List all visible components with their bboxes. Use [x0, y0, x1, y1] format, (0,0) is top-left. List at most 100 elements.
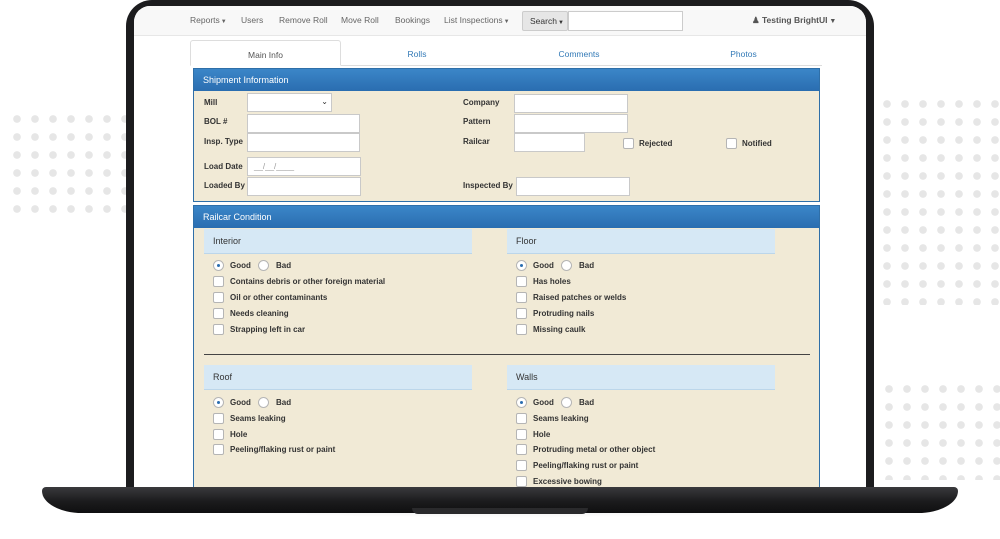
roof-good-radio[interactable] — [213, 397, 224, 408]
floor-checkbox[interactable] — [516, 292, 527, 303]
floor-item-label: Missing caulk — [533, 325, 586, 334]
decorative-dots — [860, 95, 1000, 305]
caret-down-icon: ▼ — [503, 19, 510, 25]
chevron-down-icon: ▼ — [827, 18, 837, 25]
floor-item-label: Has holes — [533, 277, 571, 286]
roof-bad-label: Bad — [276, 398, 292, 407]
nav-users-label: Users — [241, 15, 264, 25]
nav-reports[interactable]: Reports▼ — [190, 15, 227, 25]
bol-input[interactable] — [247, 114, 360, 133]
panel-title: Shipment Information — [194, 69, 819, 91]
walls-checkbox[interactable] — [516, 444, 527, 455]
interior-bad-radio[interactable] — [258, 260, 269, 271]
nav-move-roll[interactable]: Move Roll — [341, 15, 379, 25]
caret-down-icon: ▼ — [557, 20, 564, 26]
floor-item-label: Raised patches or welds — [533, 293, 627, 302]
interior-section-title: Interior — [204, 229, 472, 254]
interior-checkbox[interactable] — [213, 308, 224, 319]
insp-type-input[interactable] — [247, 133, 360, 152]
interior-checkbox[interactable] — [213, 292, 224, 303]
load-date-placeholder: __/__/____ — [254, 162, 295, 171]
nav-remove-roll[interactable]: Remove Roll — [279, 15, 328, 25]
search-input[interactable] — [568, 11, 683, 31]
section-divider — [204, 354, 810, 355]
roof-checkbox[interactable] — [213, 413, 224, 424]
railcar-condition-panel: Railcar Condition Interior Good Bad Cont… — [193, 205, 820, 487]
floor-bad-radio[interactable] — [561, 260, 572, 271]
roof-item-label: Seams leaking — [230, 414, 286, 423]
roof-bad-radio[interactable] — [258, 397, 269, 408]
stage: Reports▼ Users Remove Roll Move Roll Boo… — [0, 0, 1000, 539]
walls-good-radio[interactable] — [516, 397, 527, 408]
user-menu[interactable]: ♟ Testing BrightUI ▼ — [752, 15, 836, 26]
laptop-notch — [412, 508, 588, 514]
tab-rolls[interactable]: Rolls — [341, 40, 493, 66]
floor-good-radio[interactable] — [516, 260, 527, 271]
caret-down-icon: ▼ — [220, 19, 227, 25]
user-name: Testing BrightUI — [762, 15, 828, 25]
nav-bookings[interactable]: Bookings — [395, 15, 430, 25]
roof-section-title: Roof — [204, 365, 472, 390]
walls-checkbox[interactable] — [516, 460, 527, 471]
rejected-checkbox[interactable] — [623, 138, 634, 149]
chevron-down-icon: ⌄ — [321, 97, 328, 106]
nav-reports-label: Reports — [190, 15, 220, 25]
decorative-dots — [880, 380, 1000, 480]
notified-label: Notified — [742, 139, 772, 148]
pattern-label: Pattern — [463, 117, 491, 126]
roof-checkbox[interactable] — [213, 444, 224, 455]
company-input[interactable] — [514, 94, 628, 113]
walls-item-label: Excessive bowing — [533, 477, 602, 486]
loaded-by-input[interactable] — [247, 177, 361, 196]
nav-move-roll-label: Move Roll — [341, 15, 379, 25]
floor-checkbox[interactable] — [516, 324, 527, 335]
nav-users[interactable]: Users — [241, 15, 263, 25]
floor-checkbox[interactable] — [516, 276, 527, 287]
tab-main-info[interactable]: Main Info — [190, 40, 341, 66]
insp-type-label: Insp. Type — [204, 137, 243, 146]
nav-list-inspections[interactable]: List Inspections▼ — [444, 15, 510, 25]
railcar-label: Railcar — [463, 137, 490, 146]
nav-bookings-label: Bookings — [395, 15, 430, 25]
mill-select[interactable]: ⌄ — [247, 93, 332, 112]
walls-item-label: Peeling/flaking rust or paint — [533, 461, 639, 470]
floor-section-title: Floor — [507, 229, 775, 254]
notified-checkbox[interactable] — [726, 138, 737, 149]
interior-item-label: Contains debris or other foreign materia… — [230, 277, 386, 286]
shipment-panel: Shipment Information Mill ⌄ BOL # Insp. … — [193, 68, 820, 202]
loaded-by-label: Loaded By — [204, 181, 245, 190]
company-label: Company — [463, 98, 500, 107]
floor-good-label: Good — [533, 261, 554, 270]
bol-label: BOL # — [204, 117, 228, 126]
inspected-by-label: Inspected By — [463, 181, 513, 190]
laptop-screen: Reports▼ Users Remove Roll Move Roll Boo… — [134, 6, 866, 487]
walls-bad-radio[interactable] — [561, 397, 572, 408]
interior-checkbox[interactable] — [213, 324, 224, 335]
interior-checkbox[interactable] — [213, 276, 224, 287]
top-navbar: Reports▼ Users Remove Roll Move Roll Boo… — [134, 6, 866, 36]
walls-checkbox[interactable] — [516, 429, 527, 440]
interior-good-label: Good — [230, 261, 251, 270]
walls-checkbox[interactable] — [516, 413, 527, 424]
tab-photos[interactable]: Photos — [665, 40, 822, 66]
roof-good-label: Good — [230, 398, 251, 407]
load-date-label: Load Date — [204, 162, 243, 171]
load-date-input[interactable]: __/__/____ — [247, 157, 361, 176]
user-icon: ♟ — [752, 15, 760, 25]
roof-checkbox[interactable] — [213, 429, 224, 440]
railcar-input[interactable] — [514, 133, 585, 152]
walls-item-label: Hole — [533, 430, 551, 439]
pattern-input[interactable] — [514, 114, 628, 133]
floor-item-label: Protruding nails — [533, 309, 595, 318]
walls-item-label: Seams leaking — [533, 414, 589, 423]
roof-item-label: Hole — [230, 430, 248, 439]
interior-item-label: Needs cleaning — [230, 309, 289, 318]
search-button-label: Search — [530, 16, 557, 26]
tab-comments[interactable]: Comments — [493, 40, 665, 66]
floor-checkbox[interactable] — [516, 308, 527, 319]
walls-checkbox[interactable] — [516, 476, 527, 487]
inspected-by-input[interactable] — [516, 177, 630, 196]
search-dropdown-button[interactable]: Search▼ — [522, 11, 568, 31]
interior-good-radio[interactable] — [213, 260, 224, 271]
tab-bar: Main Info Rolls Comments Photos — [190, 40, 822, 66]
